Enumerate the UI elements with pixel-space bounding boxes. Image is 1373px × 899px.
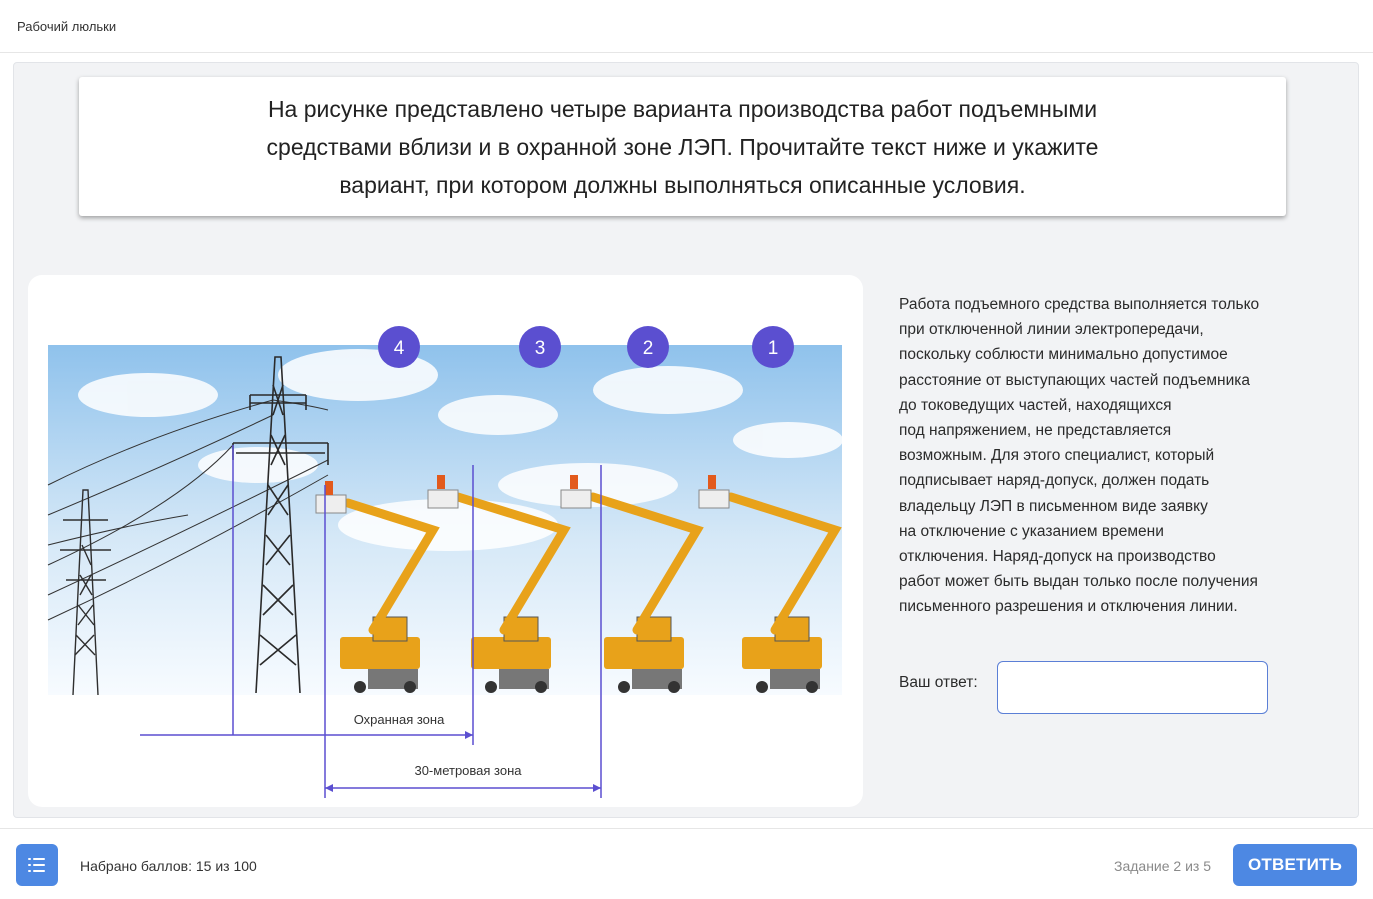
task-area: На рисунке представлено четыре варианта … [13, 62, 1359, 818]
top-bar: Рабочий люльки [0, 0, 1373, 53]
list-icon [28, 858, 45, 872]
task-description: Работа подъемного средства выполняется т… [899, 296, 1260, 616]
power-line-cranes-illustration: Охранная зона 30-метровая зона 4 3 2 1 [47, 326, 843, 798]
answer-label: Ваш ответ: [899, 674, 978, 691]
score-text: Набрано баллов: 15 из 100 [80, 858, 257, 874]
task-list-button[interactable] [16, 844, 58, 886]
thirty-meter-zone-label: 30-метровая зона [414, 763, 522, 778]
svg-text:2: 2 [643, 338, 654, 359]
variant-marker-4: 4 [378, 326, 420, 368]
submit-answer-button[interactable]: ОТВЕТИТЬ [1233, 844, 1357, 886]
question-text: На рисунке представлено четыре варианта … [266, 95, 1099, 198]
variant-marker-2: 2 [627, 326, 669, 368]
variant-marker-3: 3 [519, 326, 561, 368]
svg-text:3: 3 [535, 338, 546, 359]
answer-input[interactable] [997, 661, 1268, 714]
svg-text:4: 4 [394, 338, 405, 359]
question-card: На рисунке представлено четыре варианта … [79, 77, 1286, 216]
page-title: Рабочий люльки [17, 19, 117, 34]
footer-bar: Набрано баллов: 15 из 100 Задание 2 из 5… [0, 828, 1373, 899]
svg-text:1: 1 [768, 338, 779, 359]
figure-card: Охранная зона 30-метровая зона 4 3 2 1 [28, 275, 863, 807]
zone-arrowheads [325, 731, 601, 792]
variant-marker-1: 1 [752, 326, 794, 368]
task-progress: Задание 2 из 5 [1114, 858, 1212, 874]
guard-zone-label: Охранная зона [354, 712, 445, 727]
